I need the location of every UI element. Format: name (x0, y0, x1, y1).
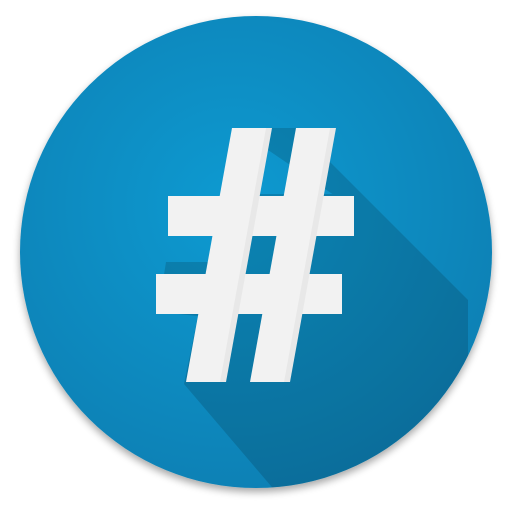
hash-app-icon (20, 16, 492, 488)
app-icon-canvas (0, 0, 512, 512)
